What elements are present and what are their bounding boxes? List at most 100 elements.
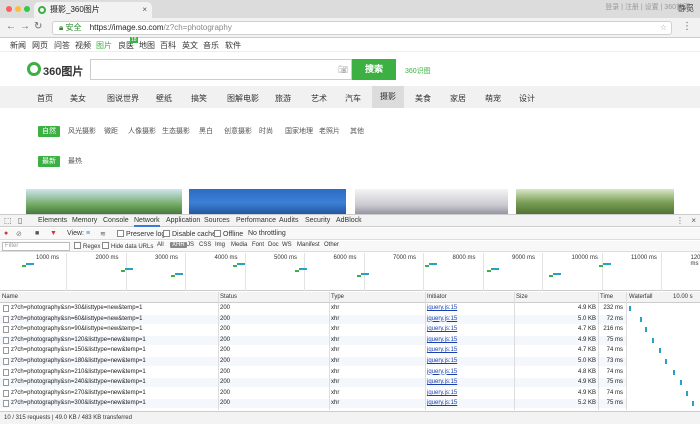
category-item[interactable]: 图说世界 [107, 93, 139, 104]
request-initiator[interactable]: jquery.js:15 [427, 346, 457, 355]
search-button[interactable]: 搜索 [352, 59, 396, 80]
sort-chip[interactable]: 最热 [68, 156, 82, 167]
request-name[interactable]: z?ch=photography&sn=90&listtype=new&temp… [11, 325, 142, 334]
category-item[interactable]: 旅游 [275, 93, 291, 104]
close-window-icon[interactable] [6, 6, 12, 12]
subcategory-chip[interactable]: 老照片 [319, 126, 340, 137]
bookmark-star-icon[interactable]: ☆ [660, 22, 667, 34]
resource-type-filter[interactable]: Img [215, 242, 225, 248]
device-toolbar-icon[interactable]: ▯ [18, 216, 22, 225]
request-row[interactable]: z?ch=photography&sn=270&listtype=new&tem… [0, 389, 626, 398]
request-row[interactable]: z?ch=photography&sn=300&listtype=new&tem… [0, 399, 626, 409]
column-header[interactable]: Name [2, 294, 18, 300]
category-item[interactable]: 美女 [70, 93, 86, 104]
category-item[interactable]: 首页 [37, 93, 53, 104]
category-item[interactable]: 壁纸 [156, 93, 172, 104]
column-header[interactable]: Type [331, 294, 344, 300]
browser-menu-icon[interactable]: ⋮ [682, 21, 692, 32]
request-initiator[interactable]: jquery.js:15 [427, 389, 457, 398]
devtools-tab[interactable]: Memory [72, 217, 97, 224]
top-nav-item[interactable]: 视频 [75, 40, 91, 51]
devtools-tab[interactable]: Application [166, 217, 200, 224]
minimize-window-icon[interactable] [15, 6, 21, 12]
resource-type-filter[interactable]: Manifest [297, 242, 320, 248]
top-nav-item[interactable]: 图片 [96, 40, 112, 51]
request-name[interactable]: z?ch=photography&sn=150&listtype=new&tem… [11, 346, 146, 355]
resource-type-filter[interactable]: All [157, 242, 164, 248]
request-initiator[interactable]: jquery.js:15 [427, 378, 457, 387]
devtools-tab[interactable]: Elements [38, 217, 67, 224]
resource-type-filter[interactable]: Media [231, 242, 247, 248]
record-icon[interactable]: ● [4, 230, 8, 237]
resource-type-filter[interactable]: WS [282, 242, 292, 248]
request-row[interactable]: z?ch=photography&sn=210&listtype=new&tem… [0, 368, 626, 377]
subcategory-chip[interactable]: 风光摄影 [68, 126, 96, 137]
devtools-tab[interactable]: Audits [279, 217, 298, 224]
subcategory-chip[interactable]: 人像摄影 [128, 126, 156, 137]
tab-close-icon[interactable]: × [142, 2, 147, 18]
camera-icon[interactable]: 📷︎ [338, 65, 348, 74]
photo-thumbnail[interactable] [26, 189, 182, 216]
resource-type-filter[interactable]: Other [324, 242, 339, 248]
column-header[interactable]: Initiator [427, 294, 447, 300]
request-initiator[interactable]: jquery.js:15 [427, 325, 457, 334]
subcategory-chip[interactable]: 其他 [350, 126, 364, 137]
photo-thumbnail[interactable] [189, 189, 346, 216]
hide-data-urls-checkbox[interactable]: Hide data URLs [102, 242, 153, 250]
resource-type-filter[interactable]: JS [187, 242, 194, 248]
network-overview[interactable]: 1000 ms 2000 ms 3000 ms 4000 ms 5000 ms 6000 … [0, 253, 700, 291]
resource-type-filter[interactable]: Doc [268, 242, 279, 248]
category-item[interactable]: 美食 [415, 93, 431, 104]
login-links[interactable]: 登录 | 注册 | 设置 | 360首页 [605, 2, 690, 12]
offline-checkbox[interactable]: Offline [214, 230, 243, 238]
filter-input[interactable]: Filter [2, 242, 70, 251]
request-name[interactable]: z?ch=photography&sn=60&listtype=new&temp… [11, 315, 142, 324]
filter-icon[interactable]: ▼ [50, 230, 57, 237]
request-row[interactable]: z?ch=photography&sn=90&listtype=new&temp… [0, 325, 626, 334]
top-nav-item[interactable]: 百科 [160, 40, 176, 51]
request-name[interactable]: z?ch=photography&sn=300&listtype=new&tem… [11, 399, 146, 408]
top-nav-item[interactable]: 问答 [54, 40, 70, 51]
request-row[interactable]: z?ch=photography&sn=30&listtype=new&temp… [0, 304, 626, 313]
throttling-select[interactable]: No throttling [248, 230, 286, 237]
devtools-tab[interactable]: AdBlock [336, 217, 362, 224]
devtools-menu-icon[interactable]: ⋮ [676, 216, 684, 225]
category-item[interactable]: 家居 [450, 93, 466, 104]
resource-type-filter[interactable]: Font [252, 242, 264, 248]
request-row[interactable]: z?ch=photography&sn=240&listtype=new&tem… [0, 378, 626, 388]
request-initiator[interactable]: jquery.js:15 [427, 304, 457, 313]
request-name[interactable]: z?ch=photography&sn=30&listtype=new&temp… [11, 304, 142, 313]
devtools-tab[interactable]: Network [134, 217, 160, 227]
request-name[interactable]: z?ch=photography&sn=120&listtype=new&tem… [11, 336, 146, 345]
request-row[interactable]: z?ch=photography&sn=60&listtype=new&temp… [0, 314, 626, 324]
devtools-tab[interactable]: Security [305, 217, 330, 224]
subcategory-chip[interactable]: 微距 [104, 126, 118, 137]
request-initiator[interactable]: jquery.js:15 [427, 357, 457, 366]
browser-tab[interactable]: 摄影_360图片 × [34, 2, 152, 18]
request-name[interactable]: z?ch=photography&sn=270&listtype=new&tem… [11, 389, 146, 398]
sort-chip[interactable]: 最新 [38, 156, 60, 167]
devtools-tab[interactable]: Sources [204, 217, 230, 224]
resource-type-filter[interactable]: XHR [170, 242, 187, 248]
request-initiator[interactable]: jquery.js:15 [427, 315, 457, 324]
photo-thumbnail[interactable] [355, 189, 508, 216]
disable-cache-checkbox[interactable]: Disable cache [163, 230, 216, 238]
column-header[interactable]: Status [220, 294, 237, 300]
subcategory-chip[interactable]: 自然 [38, 126, 60, 137]
top-nav-item[interactable]: 英文 [182, 40, 198, 51]
devtools-close-icon[interactable]: × [691, 216, 696, 225]
site-logo[interactable]: 360图片 [43, 63, 83, 79]
regex-checkbox[interactable]: Regex [74, 242, 100, 250]
forward-icon[interactable]: → [20, 21, 30, 32]
request-initiator[interactable]: jquery.js:15 [427, 399, 457, 408]
category-item[interactable]: 设计 [519, 93, 535, 104]
clear-icon[interactable]: ⊘ [16, 230, 22, 238]
subcategory-chip[interactable]: 创意摄影 [224, 126, 252, 137]
url-bar[interactable]: 🔒︎ 安全 https://image.so.com/z?ch=photogra… [52, 21, 672, 35]
category-item[interactable]: 摄影 [372, 86, 404, 108]
screenshot-icon[interactable]: ■ [35, 230, 39, 237]
back-icon[interactable]: ← [6, 21, 16, 32]
subcategory-chip[interactable]: 国家地理 [285, 126, 313, 137]
devtools-tab[interactable]: Performance [236, 217, 276, 224]
inspect-icon[interactable]: ⬚ [4, 216, 12, 225]
